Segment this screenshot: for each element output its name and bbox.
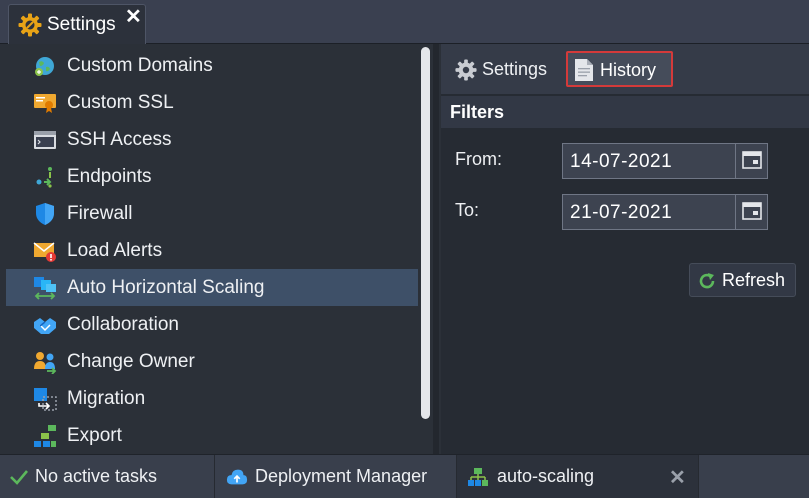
from-label: From:: [455, 149, 502, 169]
sidebar-item-firewall[interactable]: Firewall: [6, 195, 418, 232]
globe-icon: [35, 57, 54, 76]
change-owner-icon: [34, 352, 57, 374]
tab-history[interactable]: History: [566, 51, 673, 87]
sidebar-item-label: Collaboration: [67, 314, 179, 335]
close-window-icon[interactable]: ✕: [125, 7, 142, 27]
sidebar-item-label: Auto Horizontal Scaling: [67, 277, 265, 298]
checkmark-icon: [10, 470, 28, 485]
to-date-field[interactable]: 21-07-2021: [562, 194, 768, 230]
sidebar-item-label: Custom SSL: [67, 92, 174, 113]
sidebar-item-ssh-access[interactable]: SSH Access: [6, 121, 418, 158]
sidebar-item-label: Firewall: [67, 203, 133, 224]
sidebar-item-endpoints[interactable]: Endpoints: [6, 158, 418, 195]
settings-gear-icon: [18, 13, 42, 37]
refresh-icon: [699, 273, 715, 289]
from-date-picker-button[interactable]: [735, 144, 767, 178]
sidebar-item-label: Migration: [67, 388, 146, 409]
settings-window-title: Settings: [47, 14, 116, 35]
auto-scaling-task[interactable]: auto-scaling ✕: [457, 455, 698, 498]
cloud-upload-icon: [226, 469, 248, 485]
sidebar-item-load-alerts[interactable]: Load Alerts: [6, 232, 418, 269]
alert-mail-icon: [33, 242, 56, 262]
terminal-icon: [34, 131, 56, 149]
sidebar-item-label: Change Owner: [67, 351, 195, 372]
refresh-label: Refresh: [722, 270, 786, 290]
sidebar-item-custom-ssl[interactable]: Custom SSL: [6, 84, 418, 121]
history-panel: Settings History Filters From: 14-07-202…: [441, 44, 809, 454]
certificate-icon: [34, 94, 56, 113]
settings-sidebar: Custom Domains Custom SSL SSH Access End…: [6, 47, 418, 453]
to-date-picker-button[interactable]: [735, 195, 767, 229]
window-tab-bar: Settings ✕: [0, 0, 809, 44]
from-date-field[interactable]: 14-07-2021: [562, 143, 768, 179]
shield-icon: [36, 203, 54, 225]
sidebar-item-label: Endpoints: [67, 166, 152, 187]
refresh-button[interactable]: Refresh: [689, 263, 796, 297]
gear-icon: [455, 59, 477, 81]
to-label: To:: [455, 200, 480, 220]
sidebar-item-label: SSH Access: [67, 129, 172, 150]
tab-history-label: History: [600, 60, 657, 80]
sidebar-item-migration[interactable]: Migration: [6, 380, 418, 417]
panel-divider: [433, 44, 439, 454]
filters-title: Filters: [450, 102, 505, 122]
migration-icon: [34, 388, 57, 411]
tab-settings-label: Settings: [482, 59, 548, 79]
sidebar-scrollbar[interactable]: [421, 47, 430, 419]
sidebar-item-label: Custom Domains: [67, 55, 213, 76]
task-status[interactable]: No active tasks: [0, 455, 214, 498]
sidebar-item-export[interactable]: Export: [6, 417, 418, 453]
sidebar-item-label: Export: [67, 425, 122, 446]
sidebar-item-custom-domains[interactable]: Custom Domains: [6, 47, 418, 84]
environment-icon: [468, 468, 488, 486]
to-date-value: 21-07-2021: [570, 202, 673, 223]
task-bar: No active tasks Deployment Manager auto-…: [0, 454, 809, 498]
handshake-icon: [34, 318, 56, 334]
document-icon: [575, 59, 593, 81]
calendar-icon: [742, 202, 762, 220]
endpoints-icon: [36, 167, 52, 188]
deployment-manager-label: Deployment Manager: [255, 466, 428, 486]
filters-header: Filters: [441, 96, 809, 128]
sidebar-item-change-owner[interactable]: Change Owner: [6, 343, 418, 380]
calendar-icon: [742, 151, 762, 169]
close-tab-icon[interactable]: ✕: [669, 465, 686, 490]
from-date-value: 14-07-2021: [570, 151, 673, 172]
auto-scaling-label: auto-scaling: [497, 466, 595, 486]
taskbar-separator: [698, 455, 699, 498]
sidebar-item-collaboration[interactable]: Collaboration: [6, 306, 418, 343]
panel-tab-bar: Settings History: [441, 44, 809, 94]
export-icon: [34, 425, 56, 447]
task-status-label: No active tasks: [35, 466, 158, 486]
sidebar-item-auto-horizontal-scaling[interactable]: Auto Horizontal Scaling: [6, 269, 418, 306]
deployment-manager-task[interactable]: Deployment Manager: [215, 455, 456, 498]
sidebar-item-label: Load Alerts: [67, 240, 163, 261]
scaling-icon: [34, 277, 56, 300]
settings-window-tab[interactable]: Settings ✕: [8, 4, 146, 44]
